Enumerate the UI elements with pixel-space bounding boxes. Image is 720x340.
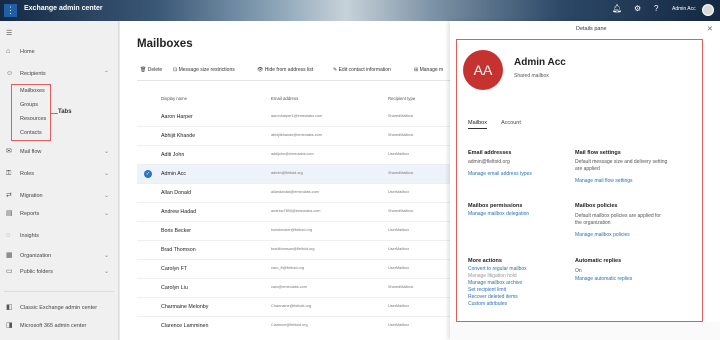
convert-mailbox-link[interactable]: Convert to regular mailbox — [468, 266, 527, 273]
table-row[interactable]: Andrew Hadad andrew7890@emeolabs.com Share… — [137, 203, 450, 222]
nav-item-mail-flow[interactable]: ✉ Mail flow ⌄ — [0, 145, 119, 159]
column-header-email[interactable]: Email address — [271, 96, 298, 101]
chevron-down-icon: ⌄ — [104, 149, 110, 155]
mailbox-policies-heading: Mailbox policies — [575, 203, 618, 209]
table-row[interactable]: Boris Becker borisbecker@fleltoid.org User… — [137, 222, 450, 241]
table-row[interactable]: Aaron Harper aaronharper1@emeolabs.com Sha… — [137, 108, 450, 127]
chevron-down-icon: ⌄ — [104, 269, 110, 275]
mail-flow-settings-text: Default message size and delivery settin… — [575, 159, 668, 172]
nav-item-reports[interactable]: ▤ Reports ⌄ — [0, 207, 119, 221]
edit-contact-button[interactable]: ✎ Edit contact information — [333, 67, 391, 73]
user-name[interactable]: Admin Acc — [672, 6, 696, 12]
nav-divider — [4, 291, 114, 292]
hamburger-button[interactable]: ☰ — [0, 27, 119, 41]
details-pane-label: Details pane — [576, 26, 607, 32]
delete-button[interactable]: 🗑︎ Delete — [140, 67, 162, 73]
more-actions-heading: More actions — [468, 258, 502, 264]
table-row[interactable]: Charmaine Melonby Charmaine@fleltoid.org U… — [137, 298, 450, 317]
mail-icon: ✉ — [6, 148, 12, 155]
gear-icon[interactable]: ⚙ — [634, 4, 641, 13]
litigation-hold-link[interactable]: Manage litigation hold — [468, 273, 517, 280]
column-header-display-name[interactable]: Display name — [161, 96, 187, 101]
chevron-down-icon: ⌄ — [104, 253, 110, 259]
left-navigation: ☰ ⌂ Home ☺ Recipients ⌃ Mailboxes Groups Re… — [0, 21, 119, 340]
mailbox-avatar: AA — [463, 50, 503, 90]
recipient-limit-link[interactable]: Set recipient limit — [468, 287, 506, 294]
office-icon: ◨ — [6, 322, 13, 329]
column-header-type[interactable]: Recipient type — [388, 96, 415, 101]
mailbox-display-name: Admin Acc — [514, 57, 566, 68]
nav-item-classic-eac[interactable]: ◧ Classic Exchange admin center — [0, 301, 119, 315]
close-icon[interactable]: ✕ — [707, 25, 713, 33]
table-row[interactable]: Clarence Lamminen Clarence@fleltoid.org Us… — [137, 317, 450, 336]
folder-icon: ▭ — [6, 268, 13, 275]
avatar[interactable] — [702, 4, 714, 16]
mailbox-archive-link[interactable]: Manage mailbox archive — [468, 280, 522, 287]
mail-flow-settings-heading: Mail flow settings — [575, 150, 621, 156]
chevron-down-icon: ⌄ — [104, 211, 110, 217]
email-address-value: admin@fleltoid.org — [468, 159, 510, 165]
command-bar-divider — [137, 80, 450, 81]
nav-item-recipients[interactable]: ☺ Recipients ⌃ — [0, 67, 119, 81]
mailbox-permissions-heading: Mailbox permissions — [468, 203, 523, 209]
mailbox-type: Shared mailbox — [514, 73, 549, 79]
nav-item-organization[interactable]: ▦ Organization ⌄ — [0, 249, 119, 263]
building-icon: ▦ — [6, 252, 13, 259]
top-bar: ⋮ Exchange admin center 🔔︎ ⚙ ? Admin Acc — [0, 0, 720, 21]
manage-policies-link[interactable]: Manage mailbox policies — [575, 232, 630, 239]
nav-item-insights[interactable]: ◌ Insights — [0, 229, 119, 243]
swap-icon: ⇄ — [6, 192, 12, 199]
automatic-replies-heading: Automatic replies — [575, 258, 622, 264]
table-row-selected[interactable]: ✓ Admin Acc admin@fleltoid.org SharedMailbo… — [137, 165, 450, 184]
manage-auto-replies-link[interactable]: Manage automatic replies — [575, 276, 632, 283]
nav-item-m365-admin[interactable]: ◨ Microsoft 365 admin center — [0, 319, 119, 333]
nav-item-public-folders[interactable]: ▭ Public folders ⌄ — [0, 265, 119, 279]
tab-account[interactable]: Account — [501, 120, 521, 126]
custom-attributes-link[interactable]: Custom attributes — [468, 301, 507, 308]
home-icon: ⌂ — [6, 48, 11, 55]
chevron-up-icon: ⌃ — [104, 71, 110, 77]
table-row[interactable]: Carolyn Liu caro@emeolabs.com SharedMailbo… — [137, 279, 450, 298]
manage-button[interactable]: ⊞ Manage m — [414, 67, 443, 73]
manage-email-types-link[interactable]: Manage email address types — [468, 171, 532, 178]
tabs-arrow — [51, 113, 58, 114]
table-row[interactable]: Allan Donald allandonald@emeolabs.com User… — [137, 184, 450, 203]
app-title: Exchange admin center — [24, 5, 103, 12]
page-title: Mailboxes — [137, 38, 193, 50]
table-row[interactable]: Abhijit Khande abhijitkhande@emeolabs.com… — [137, 127, 450, 146]
mailbox-policies-text: Default mailbox policies are applied for… — [575, 213, 661, 226]
exchange-icon: ◧ — [6, 304, 13, 311]
nav-item-migration[interactable]: ⇄ Migration ⌄ — [0, 189, 119, 203]
tabs-highlight-box — [11, 84, 51, 141]
automatic-replies-value: On — [575, 268, 582, 274]
table-row[interactable]: Aditi John aditijohn@emeolabs.com UserMail… — [137, 146, 450, 165]
hide-from-address-list-button[interactable]: 👁︎ Hide from address list — [257, 67, 313, 73]
pane-bottom-fade — [450, 322, 720, 340]
chart-icon: ▤ — [6, 210, 13, 217]
chevron-down-icon: ⌄ — [104, 193, 110, 199]
table-row[interactable]: Carolyn FT caro_ft@fleltoid.org UserMailbo… — [137, 260, 450, 279]
message-size-button[interactable]: ⊡ Message size restrictions — [173, 67, 235, 73]
nav-item-home[interactable]: ⌂ Home — [0, 45, 119, 59]
recover-deleted-link[interactable]: Recover deleted items — [468, 294, 518, 301]
bell-icon[interactable]: 🔔︎ — [612, 4, 622, 13]
email-addresses-heading: Email addresses — [468, 150, 512, 156]
key-icon: ⚿ — [6, 170, 12, 177]
nav-item-roles[interactable]: ⚿ Roles ⌄ — [0, 167, 119, 181]
help-icon[interactable]: ? — [654, 4, 658, 13]
manage-mail-flow-link[interactable]: Manage mail flow settings — [575, 178, 633, 185]
person-icon: ☺ — [6, 70, 14, 77]
checkmark-icon[interactable]: ✓ — [144, 170, 152, 178]
menu-icon: ☰ — [6, 30, 13, 37]
chevron-down-icon: ⌄ — [104, 171, 110, 177]
table-row[interactable]: Brad Thomson bradthomson@fleltoid.org User… — [137, 241, 450, 260]
tab-mailbox[interactable]: Mailbox — [468, 120, 487, 129]
app-launcher-icon[interactable]: ⋮ — [4, 4, 17, 17]
tabs-annotation: Tabs — [58, 109, 72, 115]
bulb-icon: ◌ — [6, 232, 11, 239]
manage-delegation-link[interactable]: Manage mailbox delegation — [468, 211, 529, 218]
